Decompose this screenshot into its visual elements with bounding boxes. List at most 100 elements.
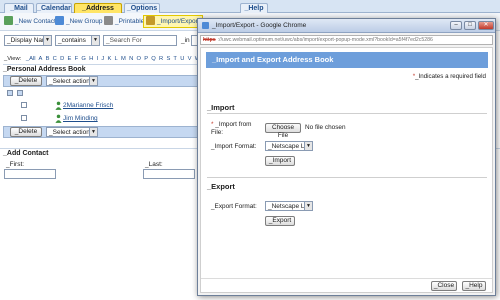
import-format-label: _Import Format: (211, 143, 257, 150)
new-contact-icon (4, 16, 13, 25)
new-contact-button[interactable]: _New Contact (4, 16, 56, 28)
export-format-select[interactable]: _Netscape Ldif ▼ (265, 201, 313, 211)
window-close-button[interactable]: ✕ (478, 21, 494, 30)
choose-file-button[interactable]: Choose File (265, 123, 301, 139)
action-bar-top: _Delete _Select action ▼ (3, 75, 205, 87)
alpha-link[interactable]: P (144, 56, 148, 62)
alpha-link[interactable]: D (60, 56, 64, 62)
select-all-checkbox[interactable] (7, 90, 13, 96)
import-button[interactable]: _Import (265, 156, 295, 166)
import-from-text: _Import from File: (211, 121, 252, 136)
popup-url-text: ://uwc.webmail.optimum.net/uwc/abs/impor… (217, 37, 433, 43)
tab-help[interactable]: _Help (240, 3, 268, 13)
import-format-select[interactable]: _Netscape Ldif ▼ (265, 141, 313, 151)
printer-icon (104, 16, 113, 25)
popup-footer: _Close _Help (201, 278, 492, 292)
export-button[interactable]: _Export (265, 216, 295, 226)
tab-address-book[interactable]: _Address Book (74, 3, 122, 22)
match-type-value: _contains (58, 37, 86, 44)
first-name-field[interactable] (4, 169, 56, 179)
search-row: _Display Name ▼ _contains ▼ _Search For … (0, 33, 205, 49)
close-button[interactable]: _Close (431, 281, 457, 291)
alpha-link[interactable]: F (75, 56, 79, 62)
address-book-title: _Personal Address Book (3, 64, 205, 74)
last-name-field[interactable] (143, 169, 195, 179)
import-export-popup: _Import/Export - Google Chrome – □ ✕ htt… (197, 18, 496, 296)
help-button[interactable]: _Help (462, 281, 486, 291)
contact-name-link[interactable]: 2Marianne Frisch (63, 99, 113, 112)
alpha-link[interactable]: L (115, 56, 118, 62)
alpha-link[interactable]: J (101, 56, 104, 62)
display-field-select[interactable]: _Display Name ▼ (4, 35, 52, 46)
contact-name-link[interactable]: Jim Minding (63, 112, 98, 125)
alpha-link[interactable]: E (67, 56, 71, 62)
popup-titlebar[interactable]: _Import/Export - Google Chrome – □ ✕ (198, 19, 495, 33)
alpha-link[interactable]: M (121, 56, 126, 62)
printable-button[interactable]: _Printable (104, 16, 144, 28)
minimize-button[interactable]: – (450, 21, 462, 30)
search-input[interactable]: _Search For (103, 35, 177, 46)
tab-calendar[interactable]: _Calendar (36, 3, 72, 13)
delete-button[interactable]: _Delete (10, 76, 42, 86)
chevron-down-icon: ▼ (91, 36, 99, 45)
alpha-link[interactable]: U (180, 56, 184, 62)
import-export-button[interactable]: _Import/Export (143, 15, 203, 28)
import-divider (207, 113, 487, 114)
import-export-icon (146, 16, 155, 25)
add-contact-title: _Add Contact (3, 150, 49, 157)
table-row: 2Marianne Frisch (3, 99, 205, 112)
search-placeholder: _Search For (106, 37, 142, 44)
match-type-select[interactable]: _contains ▼ (55, 35, 100, 46)
alpha-link[interactable]: T (173, 56, 177, 62)
popup-window-title: _Import/Export - Google Chrome (212, 22, 307, 29)
insecure-https-label: https (203, 37, 216, 43)
tab-mail[interactable]: _Mail (4, 3, 34, 13)
select-action-value: _Select action (49, 78, 90, 85)
no-file-chosen-text: No file chosen (305, 124, 346, 131)
popup-header: _Import and Export Address Book (206, 52, 488, 68)
row-checkbox[interactable] (21, 102, 27, 108)
required-note: *_Indicates a required field (413, 73, 486, 80)
alpha-link-all[interactable]: _All (26, 56, 36, 62)
alpha-link[interactable]: O (136, 56, 141, 62)
alpha-link[interactable]: N (129, 56, 133, 62)
view-label: _View: (4, 56, 22, 62)
alpha-link[interactable]: C (53, 56, 57, 62)
import-from-label: * _Import from File: (211, 121, 259, 137)
alphabet-filter: _View: _All A B C D E F G H I J K L M N … (4, 56, 221, 62)
alpha-link[interactable]: I (96, 56, 98, 62)
import-export-label: _Import/Export (157, 18, 200, 25)
select-action-dropdown[interactable]: _Select action ▼ (46, 127, 98, 137)
export-section-title: _Export (207, 182, 235, 191)
alpha-link[interactable]: B (46, 56, 50, 62)
alpha-link[interactable]: R (159, 56, 163, 62)
chevron-down-icon: ▼ (89, 128, 97, 136)
table-row: Jim Minding (3, 112, 205, 125)
alpha-link[interactable]: S (166, 56, 170, 62)
popup-url-bar[interactable]: https://uwc.webmail.optimum.net/uwc/abs/… (200, 35, 493, 45)
alpha-link[interactable]: G (81, 56, 86, 62)
select-action-value: _Select action (49, 129, 90, 136)
tab-options[interactable]: _Options (124, 3, 160, 13)
delete-button[interactable]: _Delete (10, 127, 42, 137)
search-in-label: _in (181, 37, 190, 44)
required-asterisk-icon: * (211, 121, 214, 128)
maximize-button[interactable]: □ (464, 21, 476, 30)
alpha-link[interactable]: H (89, 56, 93, 62)
first-name-label: _First: (6, 161, 25, 168)
export-divider (207, 177, 487, 178)
alpha-link[interactable]: Q (151, 56, 156, 62)
alpha-link[interactable]: V (188, 56, 192, 62)
new-contact-label: _New Contact (15, 18, 56, 25)
new-group-icon (55, 16, 64, 25)
select-all-groups-checkbox[interactable] (17, 90, 23, 96)
alpha-link[interactable]: A (38, 56, 42, 62)
select-action-dropdown[interactable]: _Select action ▼ (46, 76, 98, 86)
row-checkbox[interactable] (21, 115, 27, 121)
required-note-text: _Indicates a required field (415, 73, 486, 80)
new-group-button[interactable]: _New Group (55, 16, 103, 28)
contact-icon (55, 114, 62, 123)
chevron-down-icon: ▼ (43, 36, 51, 45)
main-tab-bar: _Mail _Calendar _Address Book _Options _… (0, 0, 500, 22)
alpha-link[interactable]: K (107, 56, 111, 62)
